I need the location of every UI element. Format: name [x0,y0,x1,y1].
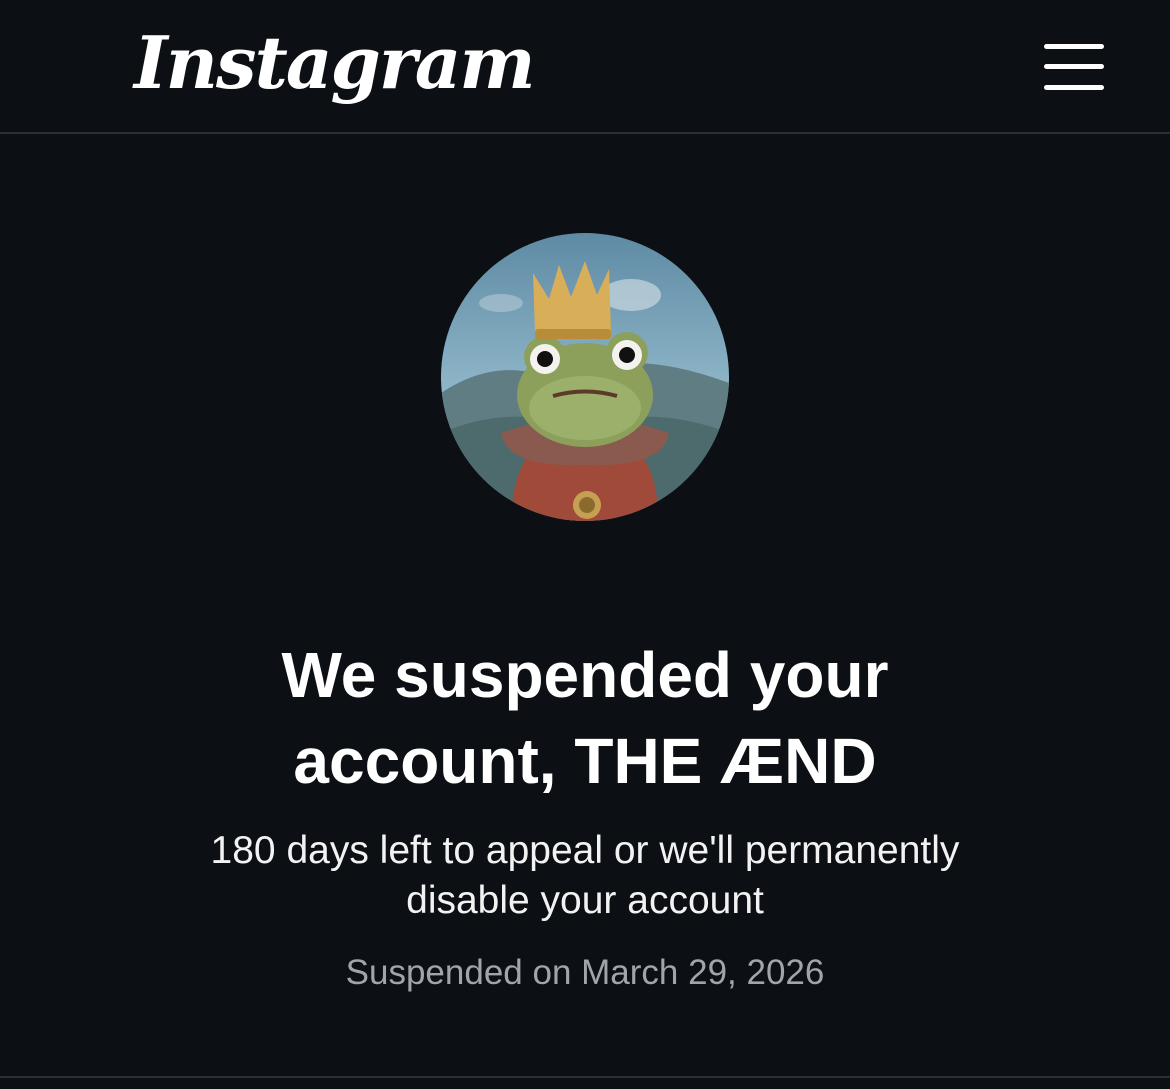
title-line-1: We suspended your [281,639,889,711]
avatar [441,233,729,521]
appeal-message: 180 days left to appeal or we'll permane… [85,826,1085,926]
hamburger-menu-icon [1044,64,1104,69]
title-line-2: account, THE ÆND [293,725,877,797]
hamburger-menu-icon [1044,85,1104,90]
page-title: We suspended your account, THE ÆND [85,632,1085,804]
menu-button[interactable] [1040,40,1106,96]
appeal-message-line-2: disable your account [406,879,764,922]
hamburger-menu-icon [1044,44,1104,49]
divider [0,1076,1170,1078]
avatar-image [441,233,729,521]
appeal-message-line-1: 180 days left to appeal or we'll permane… [210,829,960,872]
suspended-date: Suspended on March 29, 2026 [345,953,825,992]
top-bar: Instagram [0,0,1170,134]
instagram-logo[interactable]: Instagram [134,18,536,108]
